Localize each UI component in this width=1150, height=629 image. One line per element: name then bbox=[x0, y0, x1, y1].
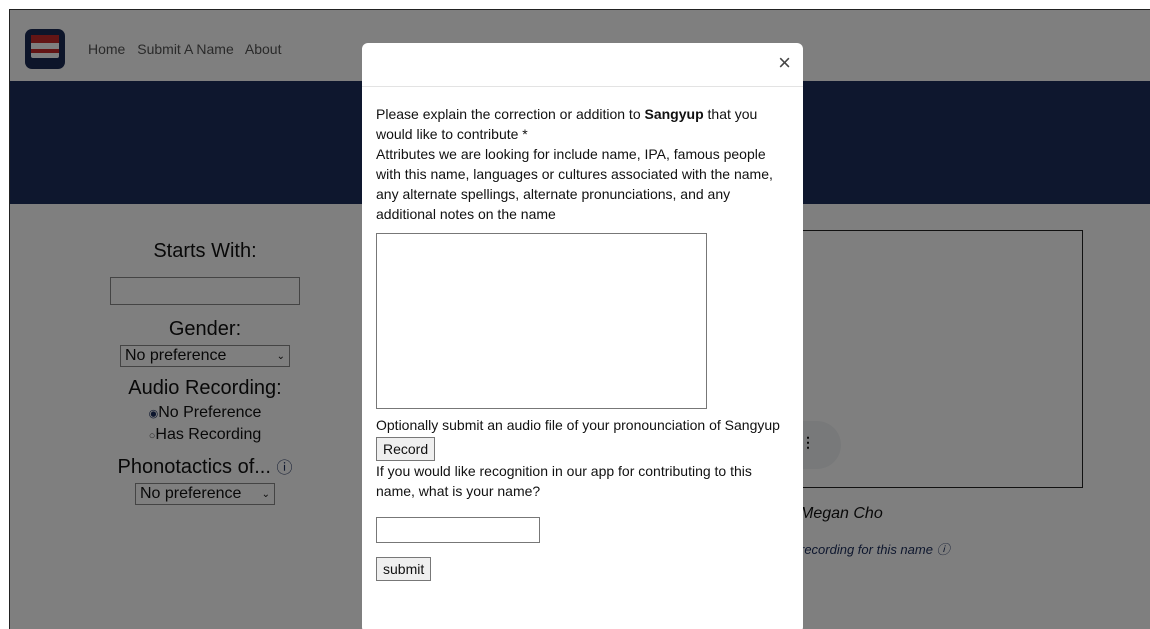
modal-header: × bbox=[362, 43, 803, 87]
attributes-help-text: Attributes we are looking for include na… bbox=[376, 146, 773, 222]
correction-prompt: Please explain the correction or additio… bbox=[376, 106, 758, 142]
contribution-modal: × Please explain the correction or addit… bbox=[362, 43, 803, 629]
correction-textarea[interactable] bbox=[376, 233, 707, 409]
close-icon[interactable]: × bbox=[778, 51, 791, 75]
name-highlight: Sangyup bbox=[644, 106, 704, 122]
record-button[interactable]: Record bbox=[376, 437, 436, 461]
recognition-prompt: If you would like recognition in our app… bbox=[376, 463, 752, 499]
contributor-name-input[interactable] bbox=[376, 517, 540, 543]
browser-viewport: Home Submit A Name About Starts With: Ge… bbox=[9, 9, 1150, 629]
audio-prompt: Optionally submit an audio file of your … bbox=[376, 417, 780, 433]
modal-body: Please explain the correction or additio… bbox=[376, 104, 792, 581]
submit-button[interactable]: submit bbox=[376, 557, 432, 581]
